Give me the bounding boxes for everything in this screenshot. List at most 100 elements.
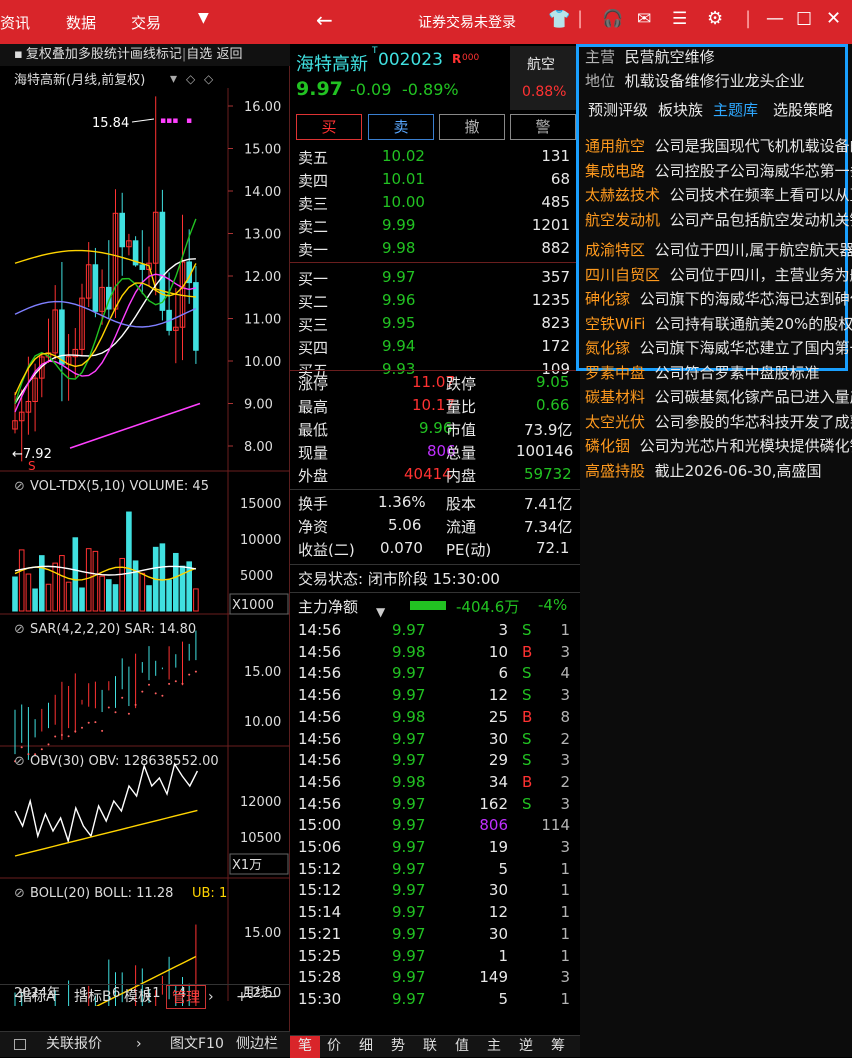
theme-tag[interactable]: 四川自贸区 — [585, 266, 660, 284]
theme-tag[interactable]: 罗素中盘 — [585, 364, 645, 382]
theme-tag[interactable]: 成渝特区 — [585, 241, 645, 259]
dropdown-icon[interactable]: ▼ — [376, 605, 385, 619]
back-arrow-icon[interactable]: ← — [316, 8, 333, 32]
theme-item[interactable]: 氮化镓 公司旗下海威华芯建立了国内第一条6英寸砷化镓氮化镓半导体晶圆生产线 — [580, 336, 852, 361]
tick-row[interactable]: 15:21 9.97 30 1 — [296, 924, 576, 946]
tab-sector-family[interactable]: 板块族 — [658, 96, 703, 124]
headset-icon[interactable]: 🎧 — [602, 9, 623, 29]
login-status[interactable]: 证券交易未登录 — [418, 12, 516, 32]
tab-reverse[interactable]: 逆 — [519, 1036, 533, 1057]
nav-trade[interactable]: 交易 — [131, 12, 161, 33]
tab-manage[interactable]: 管理 — [166, 985, 206, 1009]
theme-tag[interactable]: 航空发动机 — [585, 211, 660, 229]
tick-row[interactable]: 14:56 9.97 30 S 2 — [296, 729, 576, 751]
tab-indicator-a[interactable]: 指标A — [18, 985, 56, 1009]
theme-tag[interactable]: 高盛持股 — [585, 462, 645, 480]
theme-item[interactable]: 四川自贸区 公司位于四川，主营业务为航空新技术研发与制造、航空维修、航空培训、航… — [580, 263, 852, 288]
tick-list[interactable]: 14:56 9.97 3 S 1 14:56 9.98 10 B 3 14:56 9.97 6 S 4 14:… — [290, 620, 580, 1020]
tick-row[interactable]: 15:06 9.97 19 3 — [296, 837, 576, 859]
list-icon[interactable]: ☰ — [672, 9, 687, 29]
tick-row[interactable]: 14:56 9.97 162 S 3 — [296, 794, 576, 816]
link-quote-button[interactable]: 关联报价 — [46, 1032, 102, 1057]
theme-tag[interactable]: 太赫兹技术 — [585, 186, 660, 204]
toolbar-square-icon[interactable]: ▪ — [14, 47, 23, 62]
tab-strategy[interactable]: 选股策略 — [773, 96, 833, 124]
theme-item[interactable]: 通用航空 公司是我国现代飞机机载设备的航空维修企业 — [580, 134, 852, 159]
alert-button[interactable]: 警 — [510, 114, 576, 140]
chevron-right-icon[interactable]: › — [208, 985, 214, 1009]
theme-tag[interactable]: 集成电路 — [585, 162, 645, 180]
sell-button[interactable]: 卖 — [368, 114, 434, 140]
theme-item[interactable]: 航空发动机 公司产品包括航空发动机关键部件 — [580, 208, 852, 233]
theme-tag[interactable]: 通用航空 — [585, 137, 645, 155]
tick-row[interactable]: 14:56 9.98 25 B 8 — [296, 707, 576, 729]
buy-button[interactable]: 买 — [296, 114, 362, 140]
tab-tick[interactable]: 笔 — [290, 1036, 320, 1058]
toolbar-mark[interactable]: 标记 — [156, 47, 182, 62]
f10-button[interactable]: 图文F10 — [170, 1032, 224, 1057]
shirt-icon[interactable]: 👕 — [548, 9, 570, 30]
gear-icon[interactable]: ⚙ — [707, 8, 723, 29]
tab-detail[interactable]: 细 — [359, 1036, 373, 1057]
theme-item[interactable]: 集成电路 公司控股子公司海威华芯第一条6吋第二代/第三代化合物半导体集成电路生产… — [580, 159, 852, 184]
tab-trend[interactable]: 势 — [391, 1036, 405, 1057]
theme-tag[interactable]: 空铁WiFi — [585, 315, 645, 333]
minus-icon[interactable]: − — [266, 985, 278, 1009]
theme-tag[interactable]: 砷化镓 — [585, 290, 630, 308]
tick-row[interactable]: 14:56 9.97 12 S 3 — [296, 685, 576, 707]
nav-news[interactable]: 资讯 — [0, 12, 30, 33]
nav-data[interactable]: 数据 — [66, 12, 96, 33]
sidebar-button[interactable]: 侧边栏 — [236, 1032, 278, 1057]
toolbar-watchlist[interactable]: 自选 — [186, 47, 212, 62]
bid-row[interactable]: 买二 9.96 1235 — [296, 289, 576, 313]
tab-value[interactable]: 值 — [455, 1036, 469, 1057]
tick-row[interactable]: 15:25 9.97 1 1 — [296, 946, 576, 968]
tick-row[interactable]: 15:00 9.97 806 114 — [296, 815, 576, 837]
theme-item[interactable]: 砷化镓 公司旗下的海威华芯海已达到砷化镓2000片/月 — [580, 287, 852, 312]
sector-box[interactable]: 航空 0.88% — [510, 46, 576, 110]
tab-price[interactable]: 价 — [327, 1036, 341, 1057]
theme-item[interactable]: 太赫兹技术 公司技术在频率上看可以从直流一直做到太赫兹 — [580, 183, 852, 208]
theme-tag[interactable]: 磷化铟 — [585, 437, 630, 455]
tick-row[interactable]: 15:12 9.97 5 1 — [296, 859, 576, 881]
tab-link[interactable]: 联 — [423, 1036, 437, 1057]
tab-template[interactable]: 模板 — [124, 985, 152, 1009]
chart-svg[interactable]: 海特高新(月线,前复权) ▾ ◇ ◇ 16.00 15.00 14.00 13.00 12.00… — [0, 66, 290, 1006]
theme-item[interactable]: 磷化铟 公司为光芯片和光模块提供磷化铟、砷化镓等产品。实现量产并持续向客户供货 — [580, 434, 852, 459]
theme-tag[interactable]: 太空光伏 — [585, 413, 645, 431]
panel-icon[interactable] — [14, 1039, 26, 1050]
tick-row[interactable]: 15:30 9.97 5 1 — [296, 989, 576, 1011]
mail-icon[interactable]: ✉ — [637, 9, 651, 29]
ask-row[interactable]: 卖四 10.01 68 — [296, 168, 576, 192]
tick-row[interactable]: 15:28 9.97 149 3 — [296, 967, 576, 989]
ask-row[interactable]: 卖二 9.99 1201 — [296, 214, 576, 238]
toolbar-overlay[interactable]: 叠加 — [52, 47, 78, 62]
theme-item[interactable]: 高盛持股 截止2026-06-30,高盛国 — [580, 459, 852, 484]
close-icon[interactable]: ✕ — [826, 8, 841, 29]
theme-tag[interactable]: 碳基材料 — [585, 388, 645, 406]
tab-theme[interactable]: 主题库 — [713, 96, 758, 124]
tick-row[interactable]: 14:56 9.97 3 S 1 — [296, 620, 576, 642]
toolbar-multi[interactable]: 多股 — [78, 47, 104, 62]
theme-item[interactable]: 碳基材料 公司碳基氮化镓产品已进入量产阶段 — [580, 385, 852, 410]
theme-item[interactable]: 罗素中盘 公司符合罗素中盘股标准 — [580, 361, 852, 386]
plus-icon[interactable]: + — [236, 985, 248, 1009]
theme-list[interactable]: 通用航空 公司是我国现代飞机机载设备的航空维修企业集成电路 公司控股子公司海威华… — [580, 134, 852, 1057]
minimize-icon[interactable]: — — [766, 8, 784, 29]
dropdown-icon[interactable]: ▼ — [198, 10, 209, 26]
ask-row[interactable]: 卖三 10.00 485 — [296, 191, 576, 215]
toolbar-back[interactable]: 返回 — [216, 47, 242, 62]
bid-row[interactable]: 买四 9.94 172 — [296, 335, 576, 359]
cancel-order-button[interactable]: 撤 — [439, 114, 505, 140]
tab-main[interactable]: 主 — [487, 1036, 501, 1057]
bid-row[interactable]: 买三 9.95 823 — [296, 312, 576, 336]
theme-item[interactable]: 空铁WiFi 公司持有联通航美20%的股权，目前是国内第一家专业运营高铁列车Wi… — [580, 312, 852, 337]
toolbar-restore[interactable]: 复权 — [26, 47, 52, 62]
bid-row[interactable]: 买一 9.97 357 — [296, 266, 576, 290]
theme-item[interactable]: 成渝特区 公司位于四川,属于航空航天器制造业,国内航空维修行业龙头。 — [580, 238, 852, 263]
ask-row[interactable]: 卖五 10.02 131 — [296, 145, 576, 169]
tick-row[interactable]: 14:56 9.98 34 B 2 — [296, 772, 576, 794]
tick-row[interactable]: 14:56 9.98 10 B 3 — [296, 642, 576, 664]
tick-row[interactable]: 14:56 9.97 29 S 3 — [296, 750, 576, 772]
tick-row[interactable]: 14:56 9.97 6 S 4 — [296, 663, 576, 685]
